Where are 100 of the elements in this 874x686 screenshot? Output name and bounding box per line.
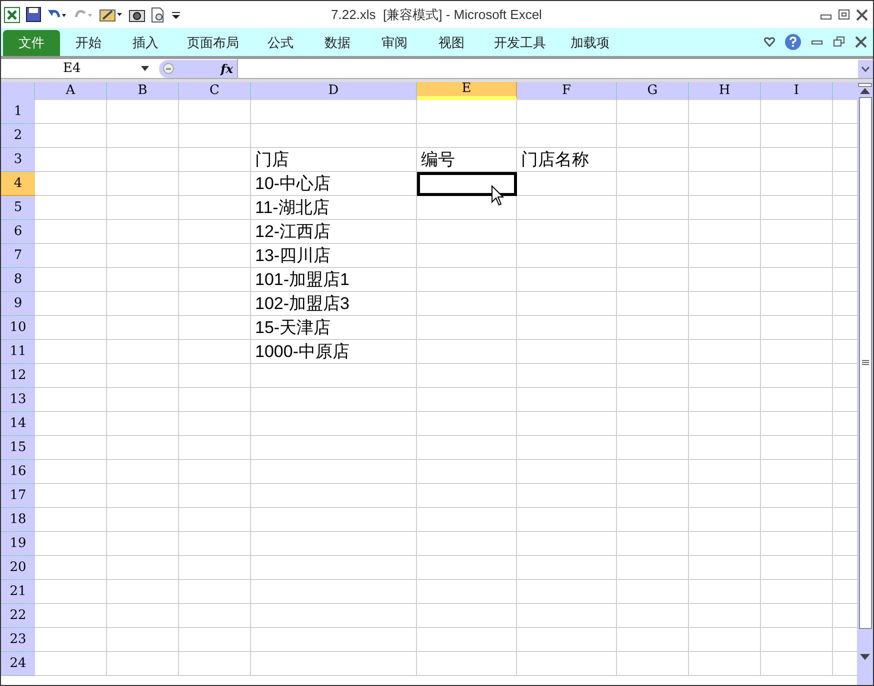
- table-cell[interactable]: [689, 652, 761, 676]
- table-cell[interactable]: [107, 364, 179, 388]
- table-cell[interactable]: [107, 532, 179, 556]
- table-cell[interactable]: 门店名称: [517, 148, 617, 172]
- table-cell[interactable]: 15-天津店: [251, 316, 417, 340]
- table-cell[interactable]: [179, 220, 251, 244]
- table-cell[interactable]: [179, 340, 251, 364]
- table-cell[interactable]: [761, 580, 833, 604]
- table-cell[interactable]: [689, 484, 761, 508]
- table-cell[interactable]: [251, 100, 417, 124]
- table-cell[interactable]: [179, 436, 251, 460]
- vertical-scrollbar[interactable]: [857, 82, 873, 685]
- table-cell[interactable]: [417, 460, 517, 484]
- scroll-down-icon[interactable]: [860, 653, 870, 661]
- table-cell[interactable]: [417, 604, 517, 628]
- table-cell[interactable]: [517, 484, 617, 508]
- table-cell[interactable]: [251, 652, 417, 676]
- table-cell[interactable]: [107, 340, 179, 364]
- table-cell[interactable]: [251, 460, 417, 484]
- table-cell[interactable]: [35, 148, 107, 172]
- table-cell[interactable]: [417, 340, 517, 364]
- table-cell[interactable]: [617, 388, 689, 412]
- select-all-button[interactable]: [1, 82, 35, 100]
- row-header[interactable]: 9: [1, 292, 35, 316]
- table-cell[interactable]: [35, 652, 107, 676]
- table-cell[interactable]: 1000-中原店: [251, 340, 417, 364]
- table-cell[interactable]: [517, 340, 617, 364]
- table-cell[interactable]: 101-加盟店1: [251, 268, 417, 292]
- table-cell[interactable]: [517, 172, 617, 196]
- table-cell[interactable]: [617, 532, 689, 556]
- table-cell[interactable]: [179, 652, 251, 676]
- row-header[interactable]: 7: [1, 244, 35, 268]
- table-cell[interactable]: [517, 652, 617, 676]
- column-header[interactable]: D: [251, 82, 417, 100]
- table-cell[interactable]: [761, 196, 833, 220]
- table-cell[interactable]: [689, 100, 761, 124]
- table-cell[interactable]: [179, 148, 251, 172]
- table-cell[interactable]: [107, 484, 179, 508]
- table-cell[interactable]: [35, 604, 107, 628]
- table-cell[interactable]: [617, 196, 689, 220]
- table-cell[interactable]: [35, 244, 107, 268]
- table-cell[interactable]: [251, 124, 417, 148]
- table-cell[interactable]: [617, 340, 689, 364]
- ribbon-tab[interactable]: 公式: [252, 30, 309, 56]
- table-cell[interactable]: [517, 316, 617, 340]
- spreadsheet-app-icon[interactable]: [4, 6, 20, 22]
- table-cell[interactable]: [179, 580, 251, 604]
- table-cell[interactable]: [689, 628, 761, 652]
- table-cell[interactable]: [761, 316, 833, 340]
- table-cell[interactable]: [35, 388, 107, 412]
- table-cell[interactable]: [617, 268, 689, 292]
- table-cell[interactable]: [517, 124, 617, 148]
- table-cell[interactable]: [107, 148, 179, 172]
- table-cell[interactable]: [761, 172, 833, 196]
- table-cell[interactable]: 11-湖北店: [251, 196, 417, 220]
- table-cell[interactable]: [417, 436, 517, 460]
- scroll-up-icon[interactable]: [860, 87, 870, 95]
- table-cell[interactable]: [35, 124, 107, 148]
- row-header[interactable]: 3: [1, 148, 35, 172]
- row-header[interactable]: 23: [1, 628, 35, 652]
- table-cell[interactable]: [179, 532, 251, 556]
- table-cell[interactable]: [179, 460, 251, 484]
- table-cell[interactable]: [417, 412, 517, 436]
- table-cell[interactable]: [689, 220, 761, 244]
- table-cell[interactable]: [35, 316, 107, 340]
- table-cell[interactable]: [517, 604, 617, 628]
- table-cell[interactable]: [761, 364, 833, 388]
- table-cell[interactable]: [35, 508, 107, 532]
- restore-icon[interactable]: [838, 8, 850, 20]
- ribbon-tab[interactable]: 开始: [60, 30, 117, 56]
- table-cell[interactable]: [417, 316, 517, 340]
- table-cell[interactable]: [417, 556, 517, 580]
- table-cell[interactable]: [517, 292, 617, 316]
- table-cell[interactable]: [617, 292, 689, 316]
- column-header[interactable]: G: [617, 82, 689, 100]
- table-cell[interactable]: [761, 292, 833, 316]
- table-cell[interactable]: [251, 484, 417, 508]
- column-header[interactable]: C: [179, 82, 251, 100]
- table-cell[interactable]: [689, 460, 761, 484]
- save-icon[interactable]: [26, 7, 41, 22]
- table-cell[interactable]: [107, 244, 179, 268]
- ribbon-tab[interactable]: 视图: [423, 30, 480, 56]
- ribbon-tab[interactable]: 开发工具: [480, 30, 560, 56]
- expand-icon[interactable]: [861, 66, 870, 72]
- table-cell[interactable]: [517, 628, 617, 652]
- close-icon[interactable]: [856, 8, 868, 20]
- table-cell[interactable]: [617, 604, 689, 628]
- table-cell[interactable]: [517, 532, 617, 556]
- table-cell[interactable]: [179, 292, 251, 316]
- table-cell[interactable]: [417, 628, 517, 652]
- table-cell[interactable]: [35, 340, 107, 364]
- table-cell[interactable]: [617, 172, 689, 196]
- table-cell[interactable]: [35, 556, 107, 580]
- table-cell[interactable]: [179, 244, 251, 268]
- table-cell[interactable]: [417, 268, 517, 292]
- table-cell[interactable]: [761, 124, 833, 148]
- row-header[interactable]: 14: [1, 412, 35, 436]
- table-cell[interactable]: [417, 508, 517, 532]
- heart-icon[interactable]: [764, 37, 775, 47]
- table-cell[interactable]: [179, 268, 251, 292]
